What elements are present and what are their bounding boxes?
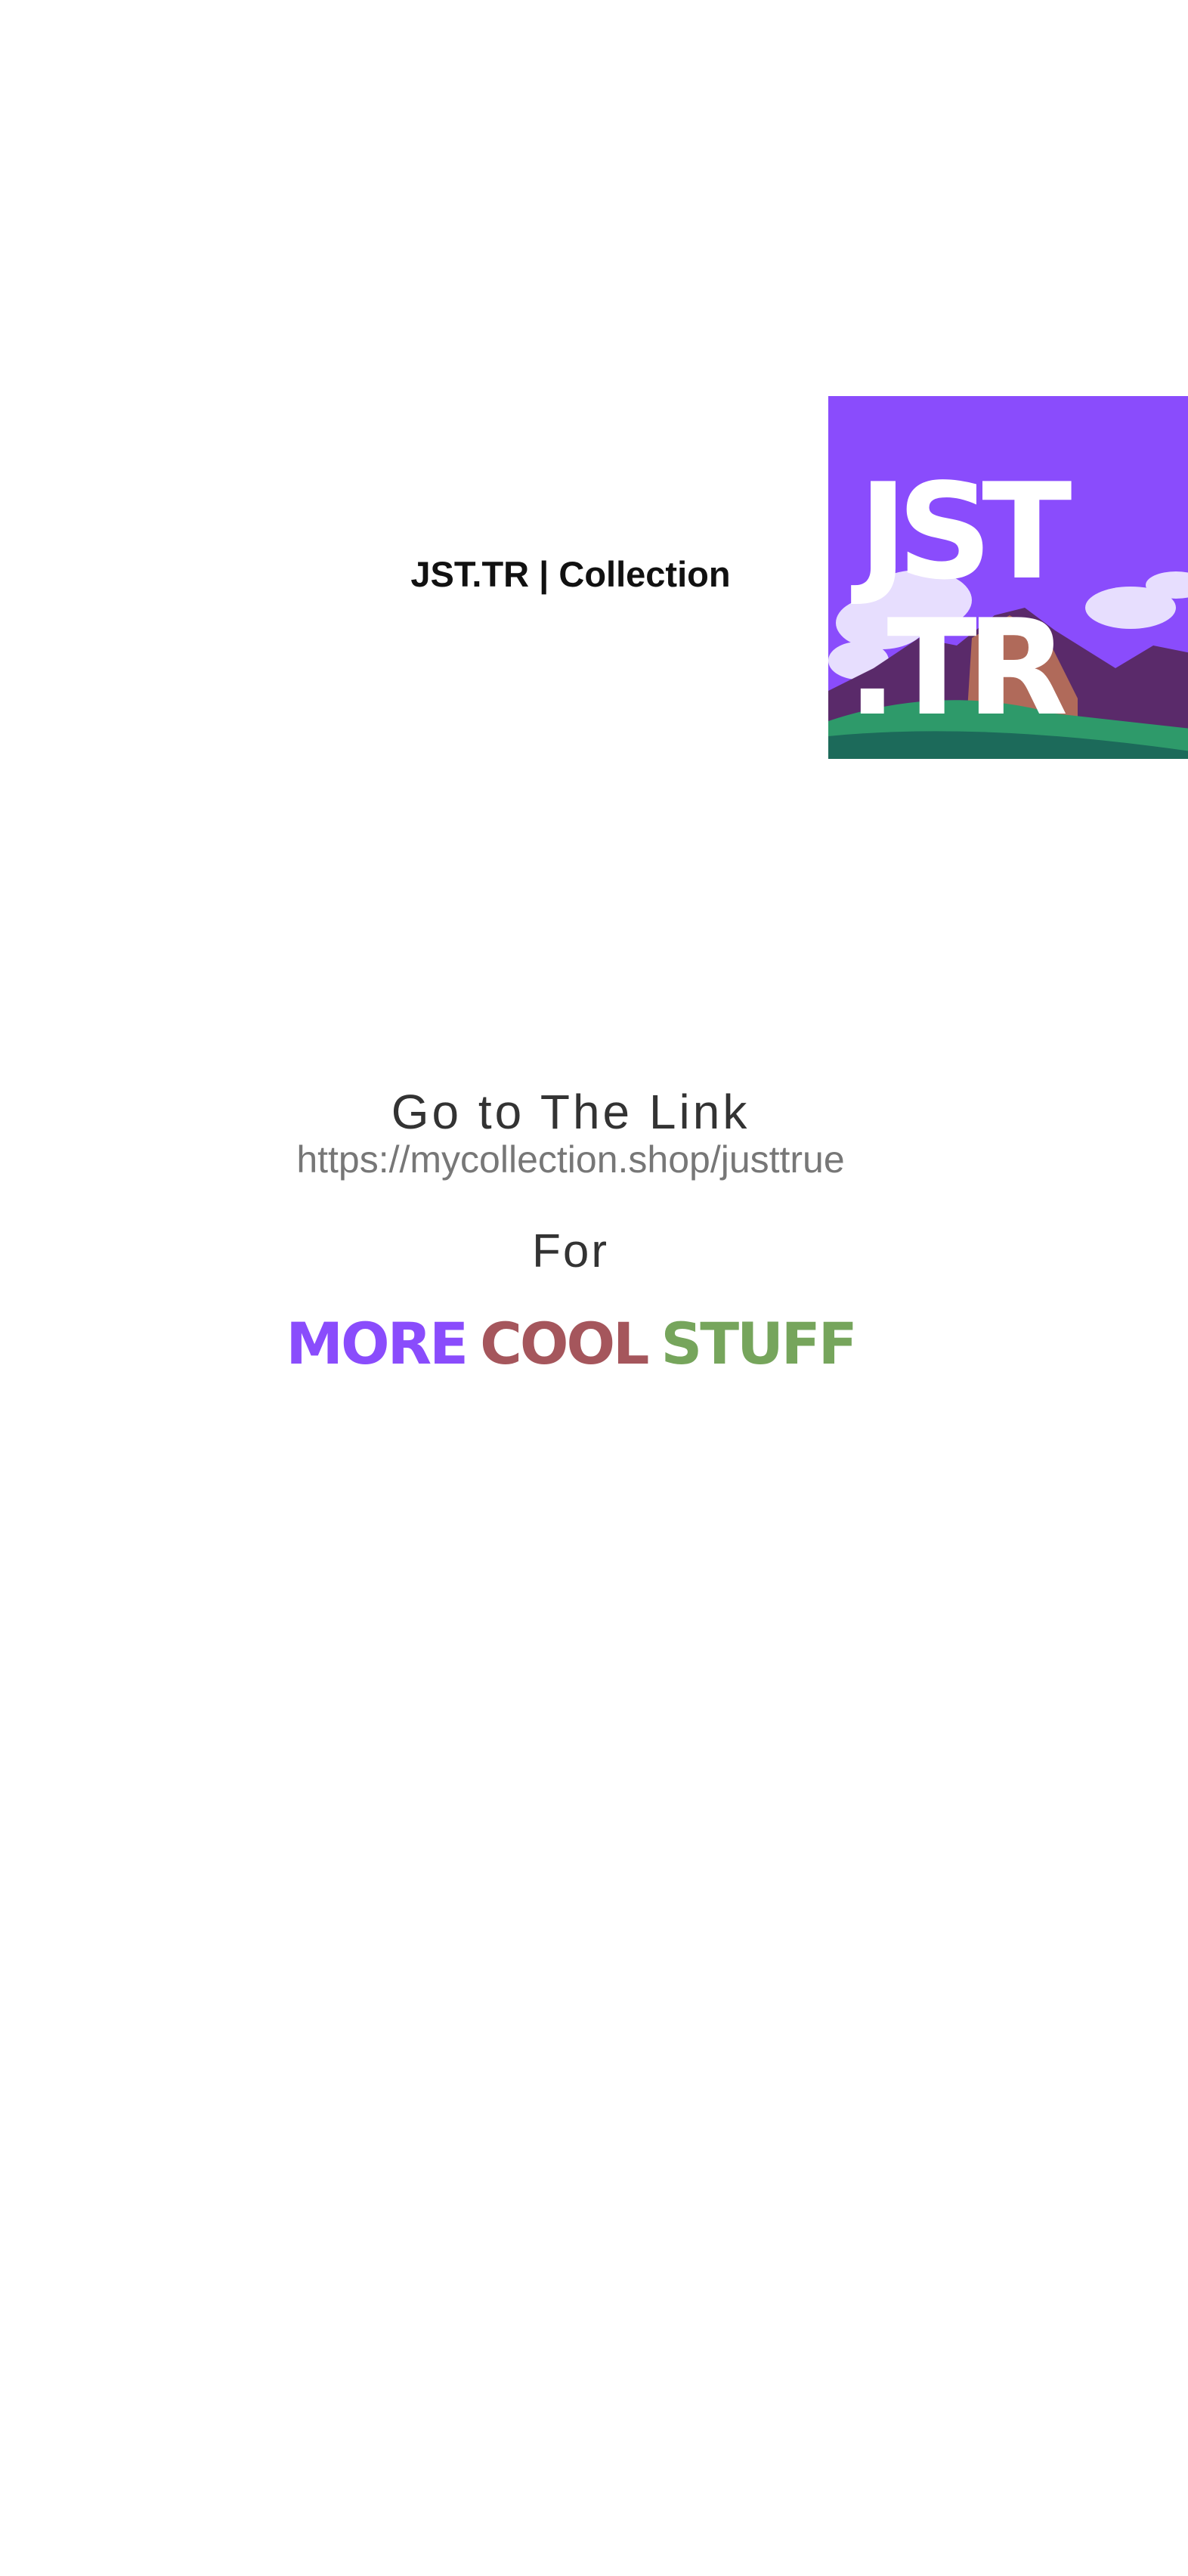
for-label: For — [532, 1225, 609, 1277]
logo-text-tr: .TR — [847, 592, 1066, 745]
cta-word-stuff: STUFF — [661, 1310, 857, 1377]
logo-text-jst: JST — [851, 456, 1072, 609]
cta-word-more: MORE — [286, 1310, 469, 1377]
more-cool-stuff-banner: MORE COOL STUFF — [193, 1310, 948, 1377]
cta-word-cool: COOL — [480, 1310, 649, 1377]
collection-title: JST.TR | Collection — [410, 554, 731, 594]
go-to-link-heading: Go to The Link — [391, 1085, 750, 1139]
jsttr-logo: JST .TR — [828, 396, 1188, 759]
logo-image: JST .TR — [828, 396, 1188, 759]
collection-link[interactable]: https://mycollection.shop/justtrue — [193, 1138, 948, 1181]
